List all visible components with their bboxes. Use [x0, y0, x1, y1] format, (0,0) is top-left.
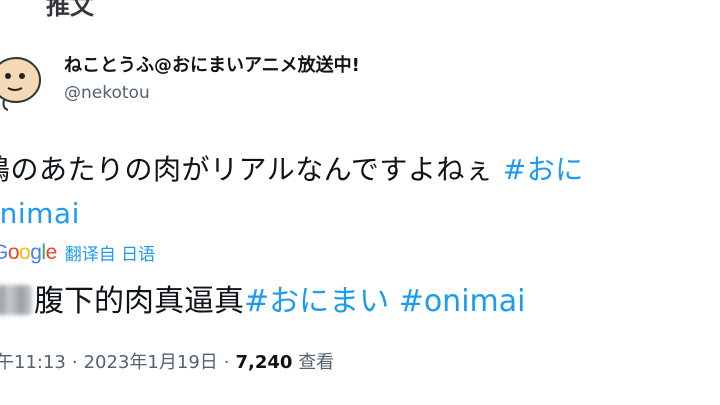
meta-separator-2: ·: [223, 352, 230, 373]
google-logo: Google: [0, 240, 57, 264]
blurred-text-region: [0, 285, 32, 315]
tweet-detail-view: 推文 ねことうふ@おにまいアニメ放送中! @nekotou 鳩のあたりの肉がリア…: [0, 0, 720, 405]
translated-from-label[interactable]: 翻译自 日语: [65, 240, 155, 265]
translated-hashtag-1[interactable]: #おにまい: [244, 284, 389, 319]
author-display-name[interactable]: ねことうふ@おにまいアニメ放送中!: [64, 54, 360, 78]
tweet-body: 鳩のあたりの肉がリアルなんですよねぇ #おに onimai: [0, 148, 720, 236]
translated-hashtag-2[interactable]: #onimai: [399, 284, 526, 319]
translated-tweet-text: 腹下的肉真逼真#おにまい #onimai: [0, 280, 525, 324]
meta-separator: ·: [71, 352, 78, 373]
tweet-hashtag-link[interactable]: #おに: [503, 153, 584, 186]
cartoon-face-avatar-icon[interactable]: [0, 52, 44, 112]
translation-attribution[interactable]: Google 翻译自 日语: [0, 240, 155, 266]
author-handle[interactable]: @nekotou: [64, 82, 360, 104]
tweet-hashtag-link-continued[interactable]: onimai: [0, 197, 80, 230]
views-label: 查看: [298, 352, 335, 373]
translated-text-body: 腹下的肉真逼真: [34, 284, 244, 319]
tweet-date[interactable]: 2023年1月19日: [84, 352, 218, 373]
tweet-time[interactable]: 午11:13: [0, 352, 66, 373]
tweet-author[interactable]: ねことうふ@おにまいアニメ放送中! @nekotou: [64, 54, 360, 104]
tweet-metadata: 午11:13 · 2023年1月19日 · 7,240 查看: [0, 348, 334, 374]
tweet-text-line1: 鳩のあたりの肉がリアルなんですよねぇ: [0, 153, 503, 186]
views-count: 7,240: [235, 352, 293, 373]
page-header-title: 推文: [46, 0, 94, 20]
